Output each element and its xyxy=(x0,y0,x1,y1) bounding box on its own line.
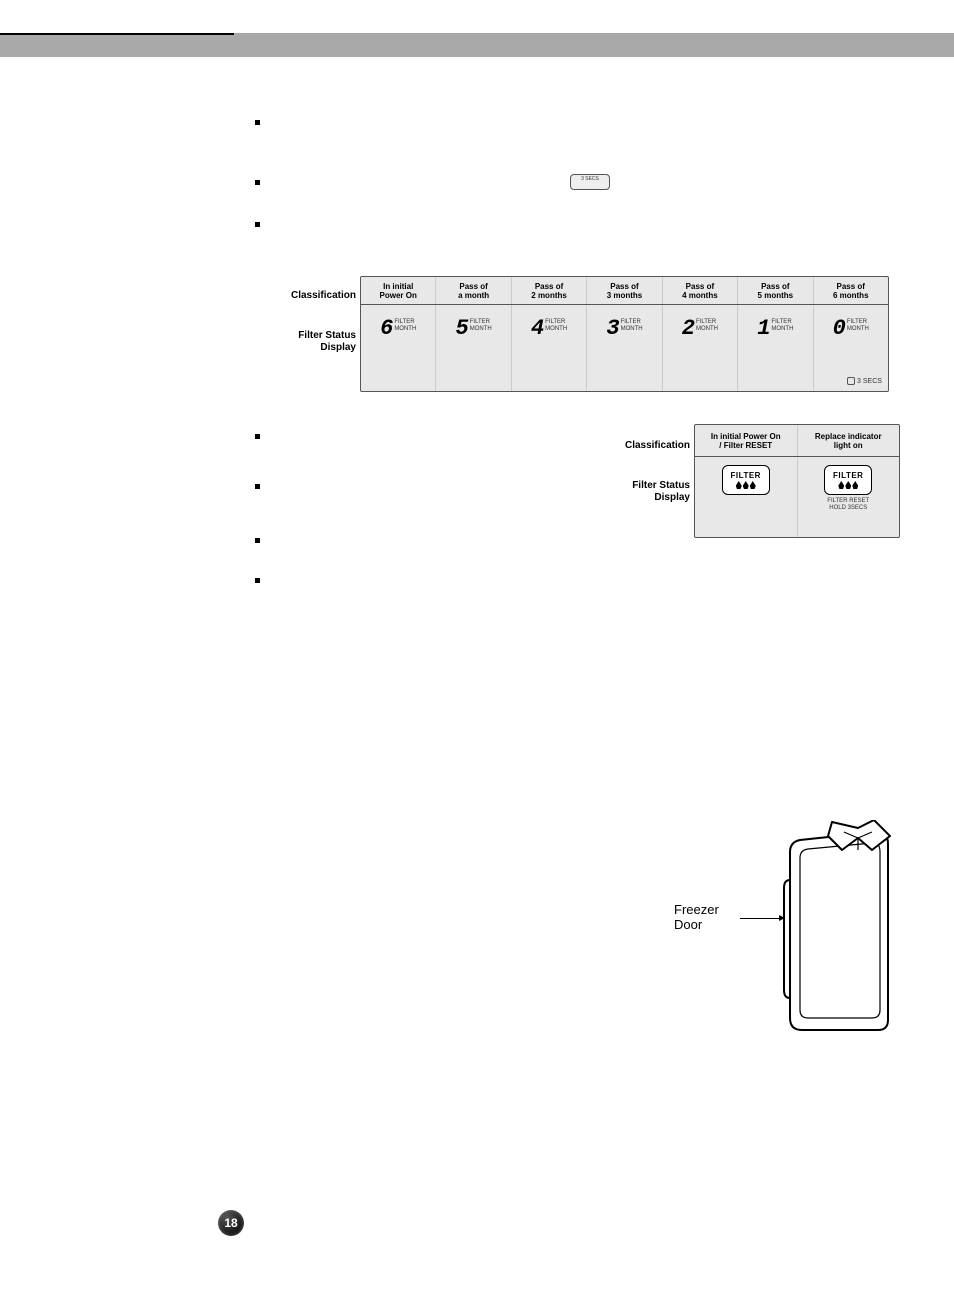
freezer-door-label: Freezer Door xyxy=(674,902,719,932)
table1-header-cell: Pass of6 months xyxy=(814,277,888,304)
filter-month-digit: 2 xyxy=(682,319,694,339)
freezer-door-drawing xyxy=(772,820,906,1040)
reset-hint-text: 3 SECS xyxy=(857,378,882,385)
table1-body-cell: 4 FILTERMONTH xyxy=(512,305,587,391)
drop-icon xyxy=(743,481,749,489)
filter-status-box: In initialPower On Pass ofa month Pass o… xyxy=(360,276,889,392)
filter-month-label: FILTERMONTH xyxy=(696,319,718,333)
filter-month-digit: 6 xyxy=(380,319,392,339)
bullet-icon xyxy=(255,538,260,543)
drop-icon xyxy=(845,481,851,489)
page-number-badge: 18 xyxy=(218,1210,244,1236)
bullet-icon xyxy=(255,120,260,125)
page-number: 18 xyxy=(224,1216,237,1230)
table1-body-cell: 5 FILTERMONTH xyxy=(436,305,511,391)
label-classification: Classification xyxy=(625,440,690,451)
table1-body-cell: 2 FILTERMONTH xyxy=(663,305,738,391)
label-fsd-line2: Display xyxy=(320,342,356,353)
table1-header-cell: Pass ofa month xyxy=(436,277,511,304)
filter-month-label: FILTERMONTH xyxy=(545,319,567,333)
drop-icon xyxy=(838,481,844,489)
filter-indicator-text: FILTER xyxy=(731,471,761,480)
bullet-icon xyxy=(255,484,260,489)
filter-indicator-icon: FILTER xyxy=(722,465,770,495)
table1-header-row: In initialPower On Pass ofa month Pass o… xyxy=(361,277,888,305)
table1-body-cell: 6 FILTERMONTH xyxy=(361,305,436,391)
filter-indicator-icon: FILTER xyxy=(824,465,872,495)
filter-month-label: FILTERMONTH xyxy=(621,319,643,333)
table1-header-cell: In initialPower On xyxy=(361,277,436,304)
table1-header-cell: Pass of2 months xyxy=(512,277,587,304)
filter-status-box-type2: In initial Power On/ Filter RESET Replac… xyxy=(694,424,900,538)
bullet-icon xyxy=(255,180,260,185)
table2-body-cell: FILTER xyxy=(695,457,798,537)
water-drops-icon xyxy=(838,481,858,489)
hand-press-icon xyxy=(847,377,855,385)
filter-month-digit: 4 xyxy=(531,319,543,339)
reset-badge-mini-text: 3 SECS xyxy=(581,176,599,182)
table2-header-row: In initial Power On/ Filter RESET Replac… xyxy=(695,425,899,457)
table2-body-row: FILTER FILTER xyxy=(695,457,899,537)
reset-hint: 3 SECS xyxy=(847,377,882,385)
table2-body-cell: FILTER FILTER RESET HOLD 3SECS xyxy=(798,457,900,537)
filter-month-label: FILTERMONTH xyxy=(470,319,492,333)
freezer-door-figure: Freezer Door xyxy=(676,820,906,1050)
filter-reset-caption: FILTER RESET HOLD 3SECS xyxy=(827,498,869,512)
table1-header-cell: Pass of5 months xyxy=(738,277,813,304)
water-drops-icon xyxy=(736,481,756,489)
filter-indicator-text: FILTER xyxy=(833,471,863,480)
label-classification: Classification xyxy=(291,290,356,301)
filter-month-label: FILTERMONTH xyxy=(394,319,416,333)
filter-status-table-type2: Classification Filter Status Display In … xyxy=(620,424,900,538)
filter-month-digit: 5 xyxy=(456,319,468,339)
table1-body-cell: 0 FILTERMONTH 3 SECS xyxy=(814,305,888,391)
filter-month-label: FILTERMONTH xyxy=(771,319,793,333)
bullet-icon xyxy=(255,578,260,583)
drop-icon xyxy=(736,481,742,489)
filter-month-digit: 3 xyxy=(606,319,618,339)
table2-header-cell: Replace indicatorlight on xyxy=(798,425,900,456)
table1-header-cell: Pass of4 months xyxy=(663,277,738,304)
header-rule xyxy=(0,33,234,35)
drop-icon xyxy=(750,481,756,489)
filter-month-label: FILTERMONTH xyxy=(847,319,869,333)
reset-badge-mini: 3 SECS xyxy=(570,174,610,190)
filter-status-table-type1: Classification Filter Status Display In … xyxy=(264,276,889,392)
table1-body-cell: 3 FILTERMONTH xyxy=(587,305,662,391)
drop-icon xyxy=(852,481,858,489)
table2-header-cell: In initial Power On/ Filter RESET xyxy=(695,425,798,456)
table1-header-cell: Pass of3 months xyxy=(587,277,662,304)
table1-body-cell: 1 FILTERMONTH xyxy=(738,305,813,391)
filter-month-digit: 0 xyxy=(833,319,845,339)
header-bar xyxy=(0,33,954,57)
table1-body-row: 6 FILTERMONTH 5 FILTERMONTH 4 FILTERMONT… xyxy=(361,305,888,391)
filter-month-digit: 1 xyxy=(757,319,769,339)
bullet-icon xyxy=(255,434,260,439)
label-filter-status-display: Filter Status Display xyxy=(632,480,690,504)
bullet-icon xyxy=(255,222,260,227)
label-filter-status-display: Filter Status Display xyxy=(298,330,356,354)
label-fsd-line1: Filter Status xyxy=(298,330,356,341)
